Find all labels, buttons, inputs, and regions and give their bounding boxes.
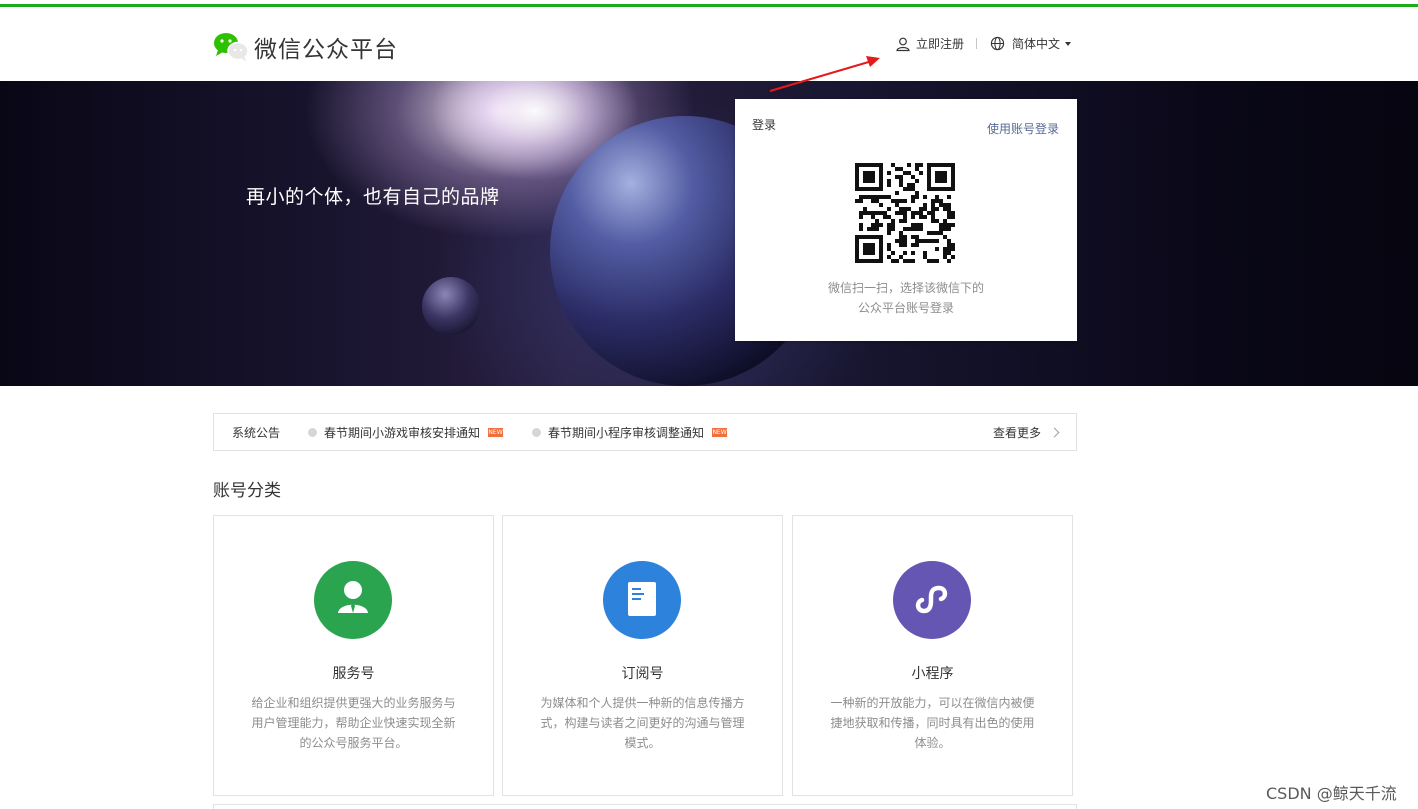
mini-program-icon: [893, 561, 971, 639]
account-login-link[interactable]: 使用账号登录: [987, 120, 1059, 137]
chevron-down-icon: [1065, 41, 1072, 46]
account-card-description: 为媒体和个人提供一种新的信息传播方式，构建与读者之间更好的沟通与管理模式。: [540, 696, 745, 750]
section-title: 账号分类: [213, 481, 281, 501]
account-card-title: 小程序: [911, 666, 954, 682]
qr-code: [855, 163, 955, 263]
register-label: 立即注册: [916, 37, 965, 51]
bullet-dot-icon: [308, 427, 318, 437]
header-nav: 立即注册 简体中文: [895, 35, 1072, 52]
announcement-text: 春节期间小游戏审核安排通知: [324, 425, 481, 440]
qr-instructions: 微信扫一扫，选择该微信下的 公众平台账号登录: [735, 278, 1077, 318]
header: 微信公众平台 立即注册 简体中文: [0, 7, 1418, 81]
login-title: 登录: [752, 118, 777, 132]
login-panel: 登录 使用账号登录 微信扫一扫，选择该微信下的 公众平台账号登录: [735, 99, 1077, 341]
banner-slogan: 再小的个体，也有自己的品牌: [246, 186, 500, 208]
account-card-title: 订阅号: [621, 666, 664, 682]
red-arrow-annotation: [769, 56, 880, 92]
qr-tip-line-1: 微信扫一扫，选择该微信下的: [827, 281, 984, 295]
hero-banner: 再小的个体，也有自己的品牌: [0, 81, 1418, 386]
new-badge: NEW: [712, 427, 728, 437]
view-more-label: 查看更多: [992, 426, 1041, 440]
language-label: 简体中文: [1012, 37, 1061, 51]
announcement-text: 春节期间小程序审核调整通知: [548, 425, 705, 440]
account-card-description: 给企业和组织提供更强大的业务服务与用户管理能力，帮助企业快速实现全新的公众号服务…: [251, 696, 456, 750]
header-divider: [976, 38, 978, 49]
service-person-icon: [314, 561, 392, 639]
announcement-label: 系统公告: [232, 425, 281, 440]
logo[interactable]: 微信公众平台: [212, 30, 398, 64]
document-icon: [603, 561, 681, 639]
account-card-description: 一种新的开放能力，可以在微信内被便捷地获取和传播，同时具有出色的使用体验。: [830, 696, 1035, 750]
announcement-item[interactable]: 春节期间小游戏审核安排通知 NEW: [308, 424, 504, 441]
announcement-item[interactable]: 春节期间小程序审核调整通知 NEW: [532, 424, 728, 441]
moon-image: [422, 277, 480, 335]
account-card-subscription[interactable]: 订阅号 为媒体和个人提供一种新的信息传播方式，构建与读者之间更好的沟通与管理模式…: [502, 515, 783, 796]
chevron-right-icon: [1049, 427, 1060, 438]
new-badge: NEW: [488, 427, 504, 437]
bullet-dot-icon: [532, 427, 542, 437]
account-card-service[interactable]: 服务号 给企业和组织提供更强大的业务服务与用户管理能力，帮助企业快速实现全新的公…: [213, 515, 494, 796]
register-link[interactable]: 立即注册: [895, 35, 964, 52]
language-selector[interactable]: 简体中文: [990, 35, 1072, 52]
announcement-bar: 系统公告 春节期间小游戏审核安排通知 NEW 春节期间小程序审核调整通知 NEW…: [213, 413, 1077, 451]
next-section-edge: [213, 804, 1077, 809]
qr-tip-line-2: 公众平台账号登录: [857, 301, 954, 315]
watermark: CSDN @鲸天千流: [1266, 784, 1397, 803]
user-icon: [895, 36, 916, 52]
account-card-miniprogram[interactable]: 小程序 一种新的开放能力，可以在微信内被便捷地获取和传播，同时具有出色的使用体验…: [792, 515, 1073, 796]
logo-text: 微信公众平台: [254, 37, 398, 63]
view-more-link[interactable]: 查看更多: [992, 424, 1060, 441]
account-card-title: 服务号: [332, 666, 375, 682]
globe-icon: [990, 36, 1012, 51]
wechat-logo-icon: [212, 31, 250, 63]
